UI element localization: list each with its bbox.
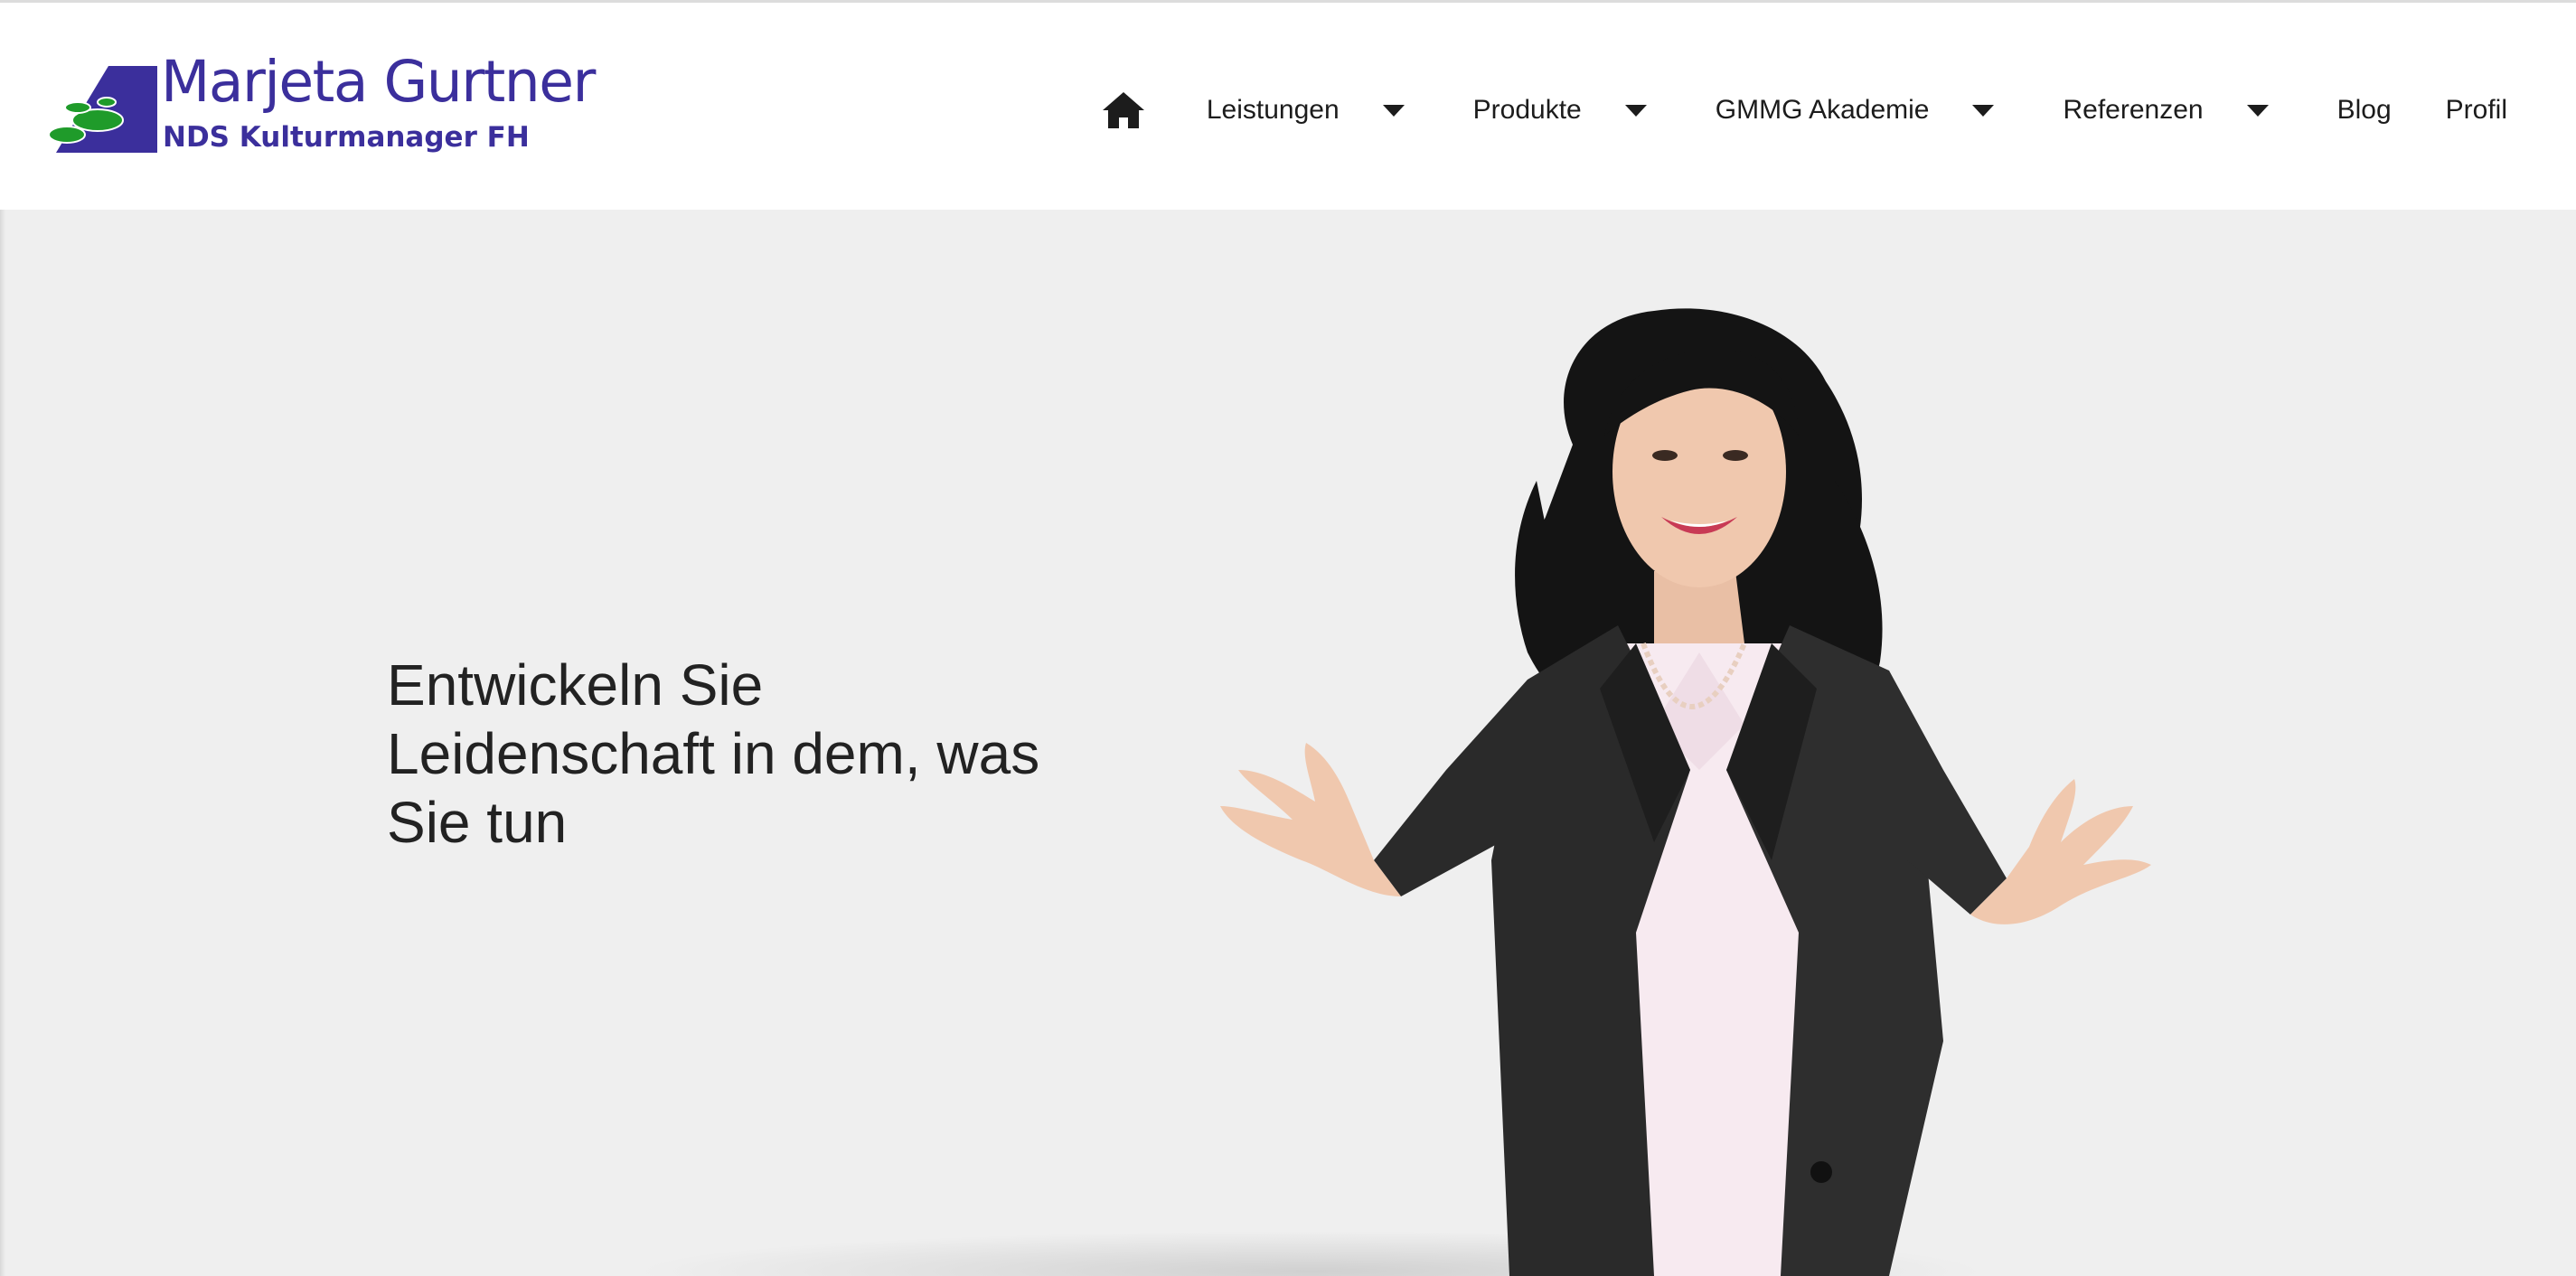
portrait-illustration [1220, 308, 2151, 1276]
nav-item-gmmg-akademie[interactable]: GMMG Akademie [1716, 82, 1995, 138]
hero-heading-line: Leidenschaft in dem, was [387, 721, 1040, 786]
nav-home[interactable] [1100, 82, 1147, 138]
water-lily-logo-icon [48, 66, 157, 153]
page: Marjeta Gurtner NDS Kulturmanager FH Lei… [0, 0, 2576, 1276]
nav-label-referenzen: Referenzen [2063, 95, 2204, 125]
home-icon [1102, 92, 1144, 128]
nav-label-gmmg-akademie: GMMG Akademie [1715, 95, 1930, 125]
nav-label-leistungen: Leistungen [1206, 95, 1340, 125]
hero-section: Entwickeln Sie Leidenschaft in dem, was … [0, 210, 2576, 1276]
chevron-down-icon[interactable] [1382, 104, 1405, 117]
chevron-down-icon[interactable] [1972, 104, 1995, 117]
logo-subtitle: NDS Kulturmanager FH [163, 121, 530, 154]
site-header: Marjeta Gurtner NDS Kulturmanager FH Lei… [0, 0, 2576, 210]
hero-portrait-photo [1148, 300, 2214, 1276]
hero-heading-line: Sie tun [387, 790, 568, 855]
hero-heading: Entwickeln Sie Leidenschaft in dem, was … [387, 651, 1182, 857]
nav-item-blog[interactable]: Blog [2337, 82, 2392, 138]
chevron-down-icon[interactable] [1624, 104, 1647, 117]
nav-label-blog: Blog [2336, 95, 2392, 125]
logo-name: Marjeta Gurtner [161, 49, 596, 115]
nav-item-leistungen[interactable]: Leistungen [1207, 82, 1405, 138]
nav-label-profil: Profil [2445, 95, 2507, 125]
main-nav: Leistungen Produkte GMMG Akademie Refere… [1100, 82, 2507, 138]
chevron-down-icon[interactable] [2246, 104, 2269, 117]
nav-label-produkte: Produkte [1472, 95, 1582, 125]
nav-item-referenzen[interactable]: Referenzen [2063, 82, 2269, 138]
hero-heading-line: Entwickeln Sie [387, 652, 764, 718]
nav-item-produkte[interactable]: Produkte [1473, 82, 1647, 138]
nav-item-profil[interactable]: Profil [2446, 82, 2507, 138]
logo-link[interactable]: Marjeta Gurtner NDS Kulturmanager FH [47, 49, 596, 162]
